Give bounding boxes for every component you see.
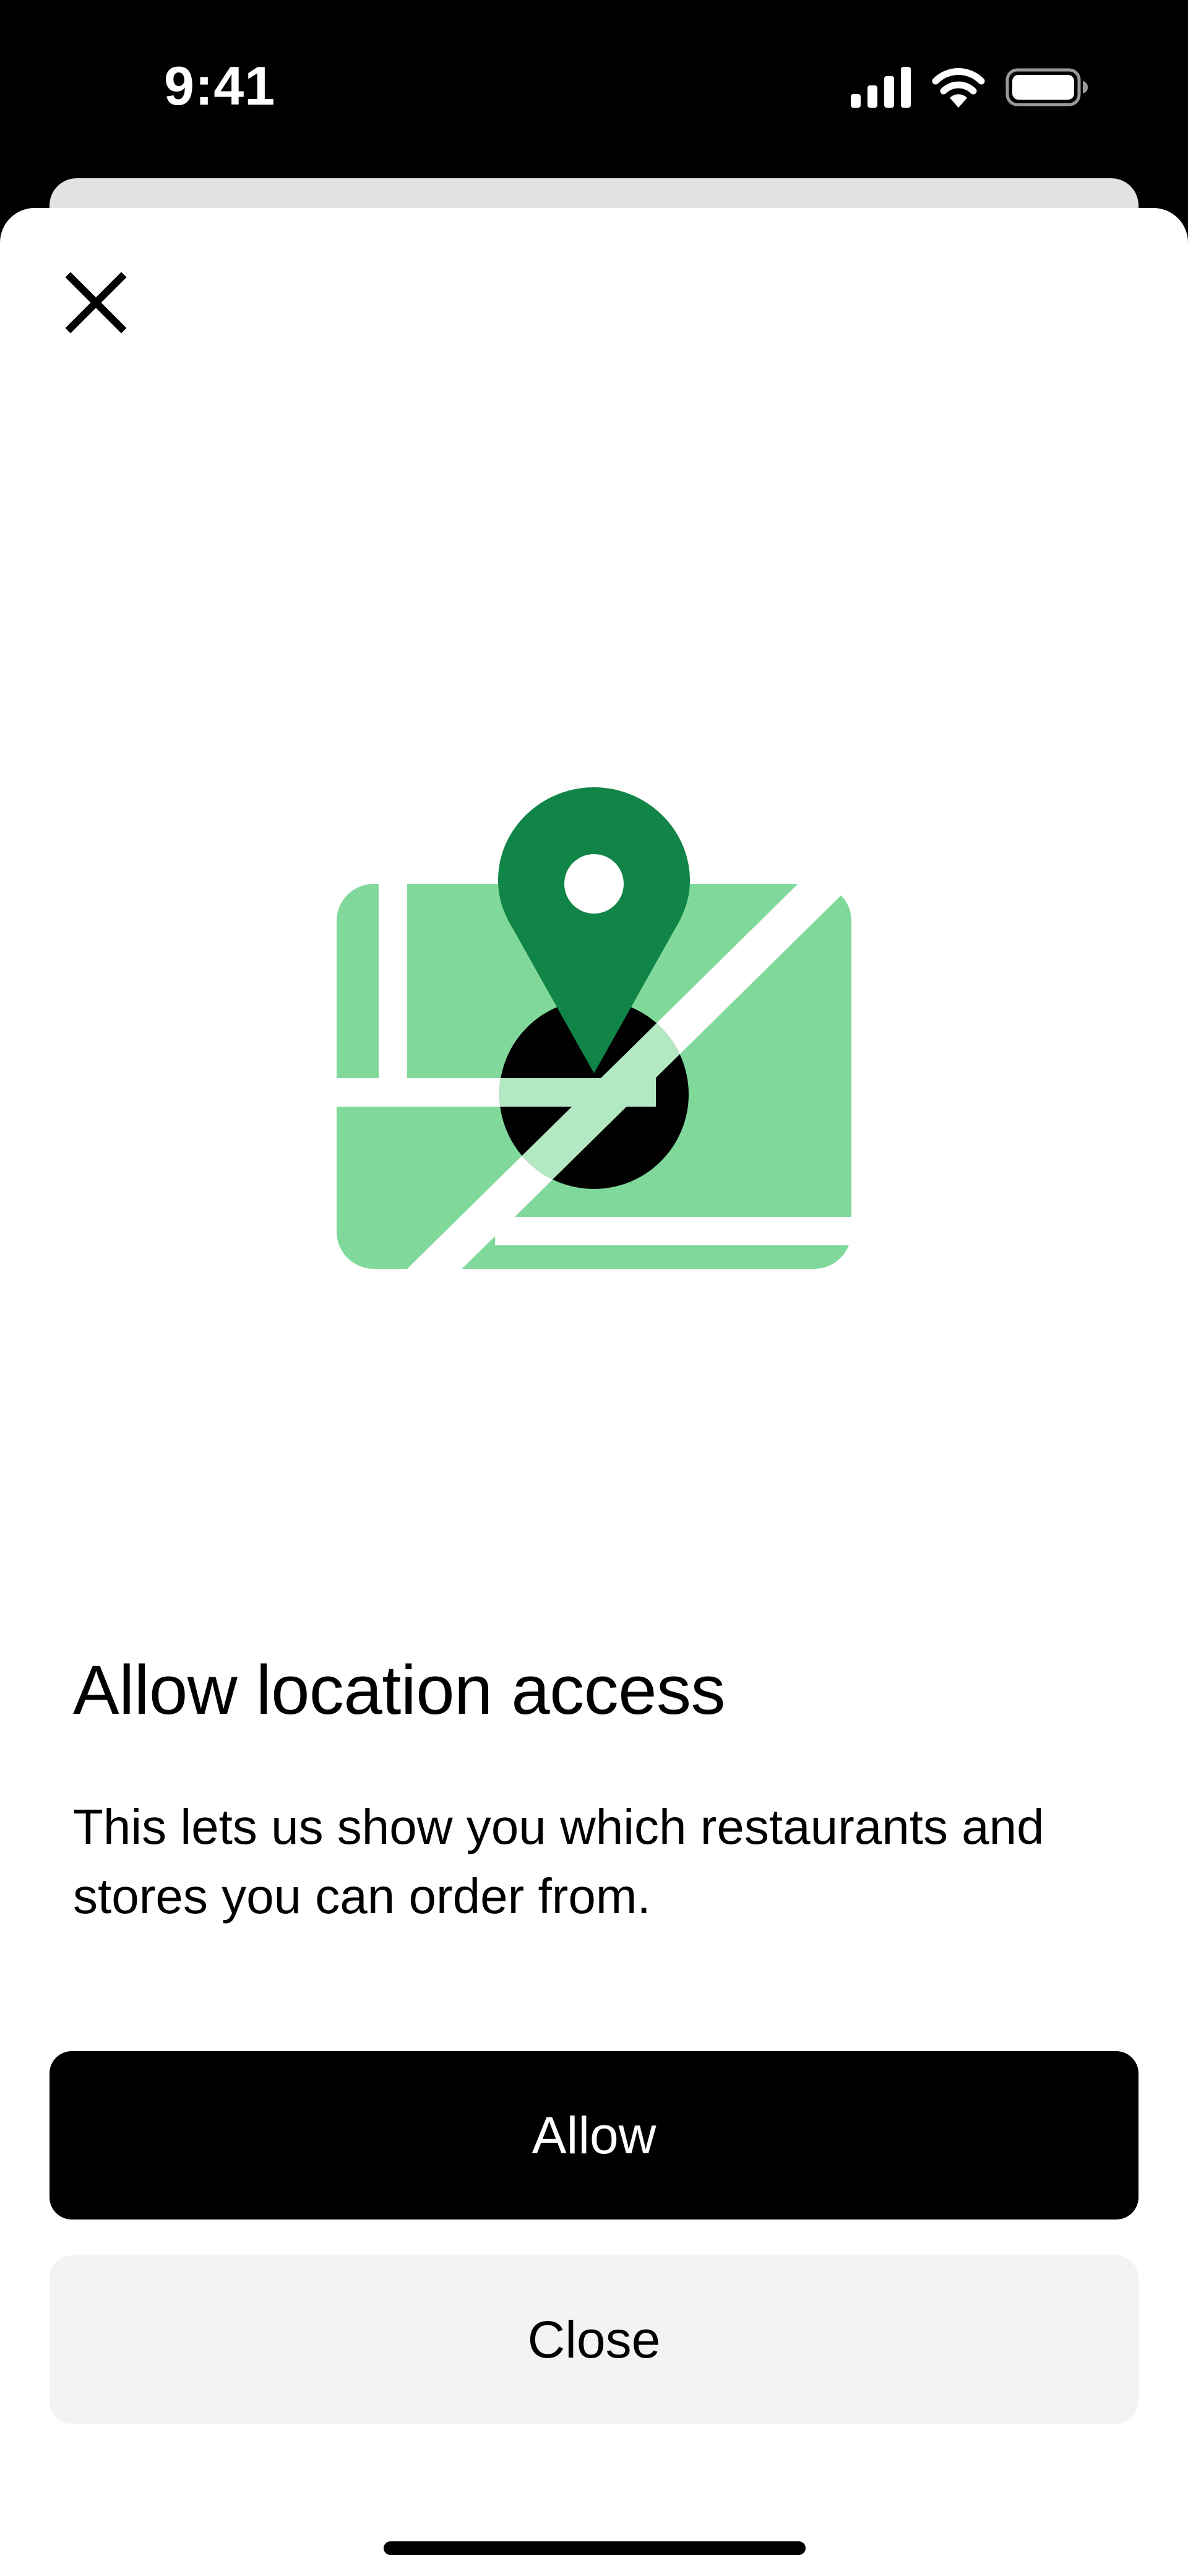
home-indicator <box>384 2541 806 2555</box>
close-icon[interactable] <box>62 269 130 337</box>
status-bar: 9:41 <box>0 0 1188 179</box>
permission-sheet: Allow location access This lets us show … <box>0 208 1188 2576</box>
wifi-icon <box>932 68 985 108</box>
description-text: This lets us show you which restaurants … <box>73 1799 1044 1924</box>
cellular-signal-icon <box>851 67 911 108</box>
battery-full-icon <box>1005 68 1088 106</box>
screen: 9:41 Allow location access This lets us … <box>0 0 1188 2576</box>
map-location-pin-icon <box>337 787 851 1269</box>
close-button[interactable]: Close <box>50 2255 1138 2424</box>
page-title: Allow location access <box>73 1651 726 1729</box>
allow-button[interactable]: Allow <box>50 2051 1138 2219</box>
status-time: 9:41 <box>164 55 276 116</box>
